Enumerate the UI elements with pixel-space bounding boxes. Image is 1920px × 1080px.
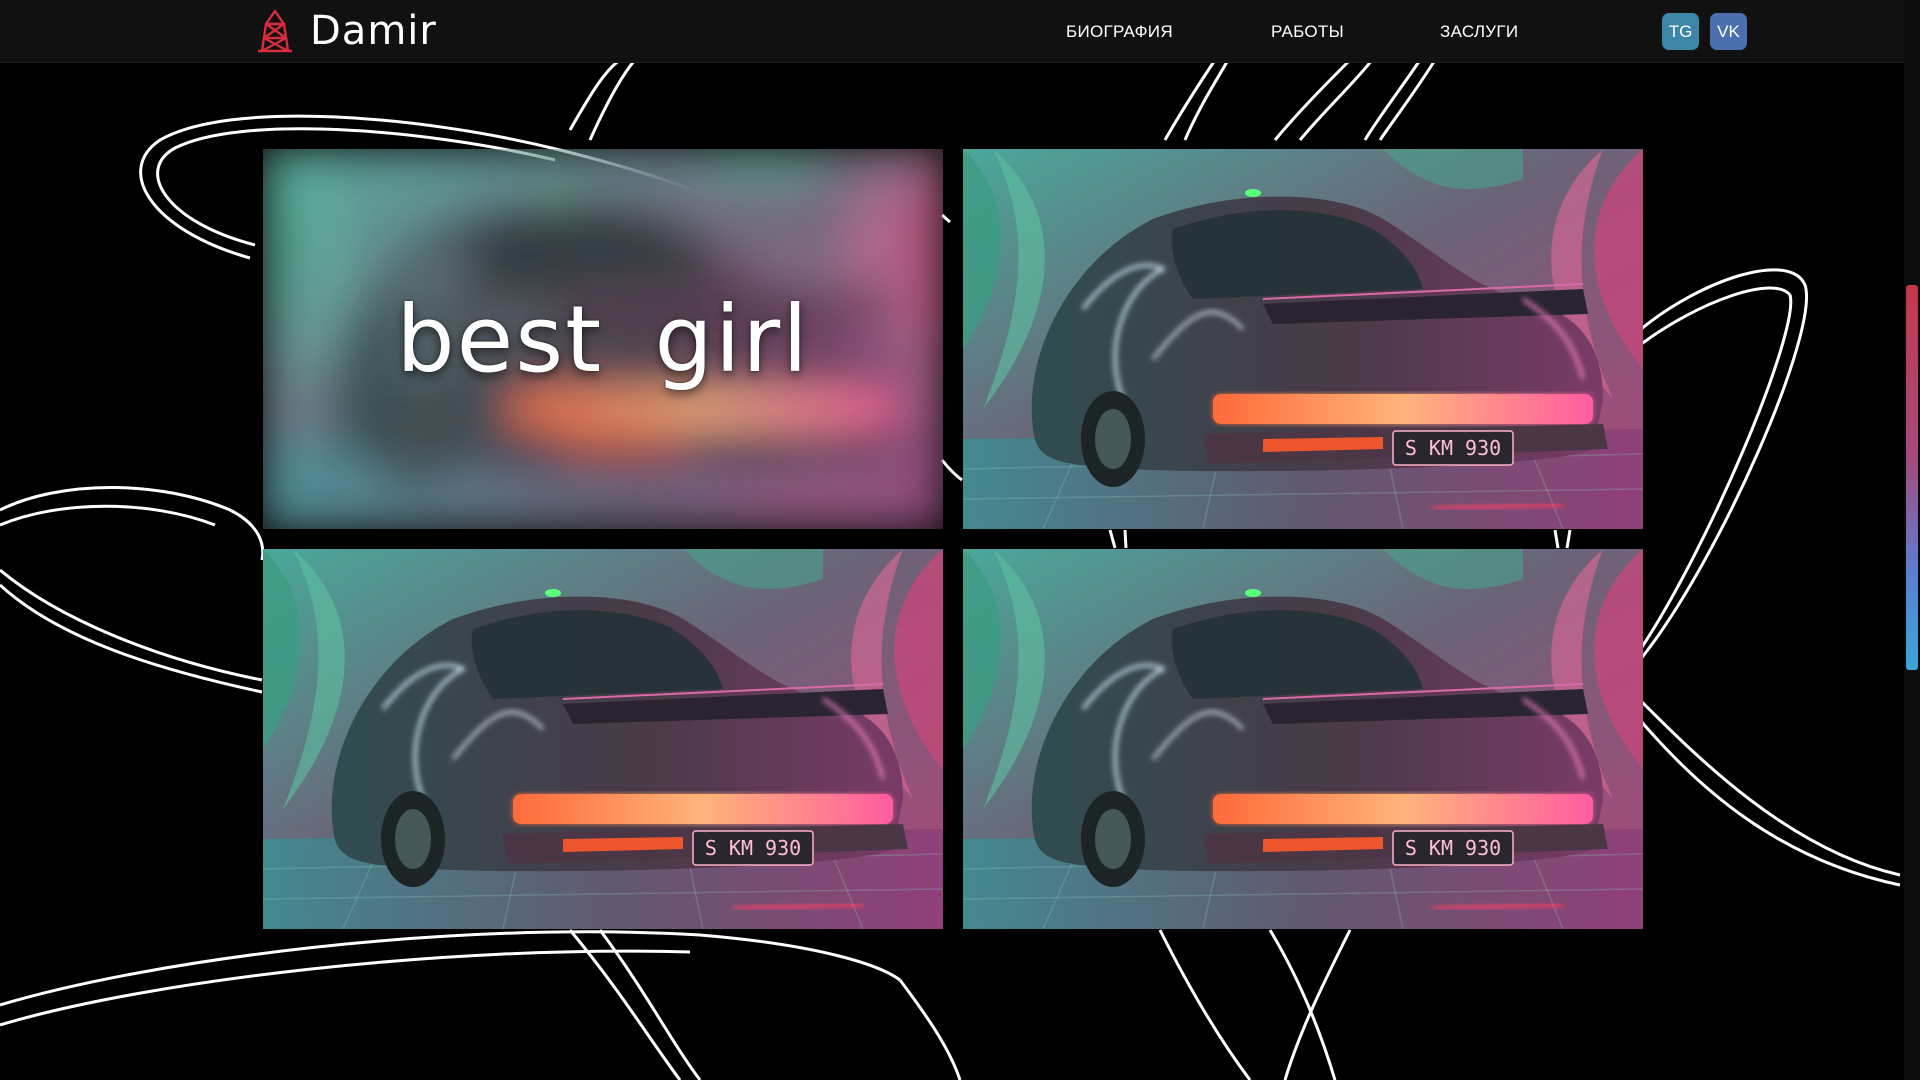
swirl-bottom [0,929,1352,1080]
vk-button[interactable]: VK [1710,13,1747,50]
telegram-button[interactable]: TG [1662,13,1699,50]
license-plate: S KM 930 [1405,436,1501,460]
gallery-caption: best girl [396,285,810,393]
car-image: S KM 930 [963,149,1643,529]
gallery-item-2[interactable]: S KM 930 [963,149,1643,529]
nav-works[interactable]: РАБОТЫ [1271,22,1344,42]
nav-biography[interactable]: БИОГРАФИЯ [1066,22,1173,42]
gallery-item-4[interactable]: S KM 930 [963,549,1643,929]
swirl-left [0,486,265,694]
car-image: S KM 930 [263,549,943,929]
license-plate: S KM 930 [705,836,801,860]
license-plate: S KM 930 [1405,836,1501,860]
logo-text: Damir [310,8,437,54]
top-nav-bar: Damir БИОГРАФИЯ РАБОТЫ ЗАСЛУГИ TG VK [0,0,1904,63]
swirl-right [1638,268,1901,887]
logo-tower-icon [258,9,292,53]
car-image: S KM 930 [963,549,1643,929]
logo[interactable]: Damir [252,6,437,56]
gallery-item-3[interactable]: S KM 930 [263,549,943,929]
scrollbar-thumb[interactable] [1906,285,1918,670]
nav-merits[interactable]: ЗАСЛУГИ [1440,22,1518,42]
gallery-item-1[interactable]: best girl [263,149,943,529]
page: Damir БИОГРАФИЯ РАБОТЫ ЗАСЛУГИ TG VK bes… [0,0,1920,1080]
